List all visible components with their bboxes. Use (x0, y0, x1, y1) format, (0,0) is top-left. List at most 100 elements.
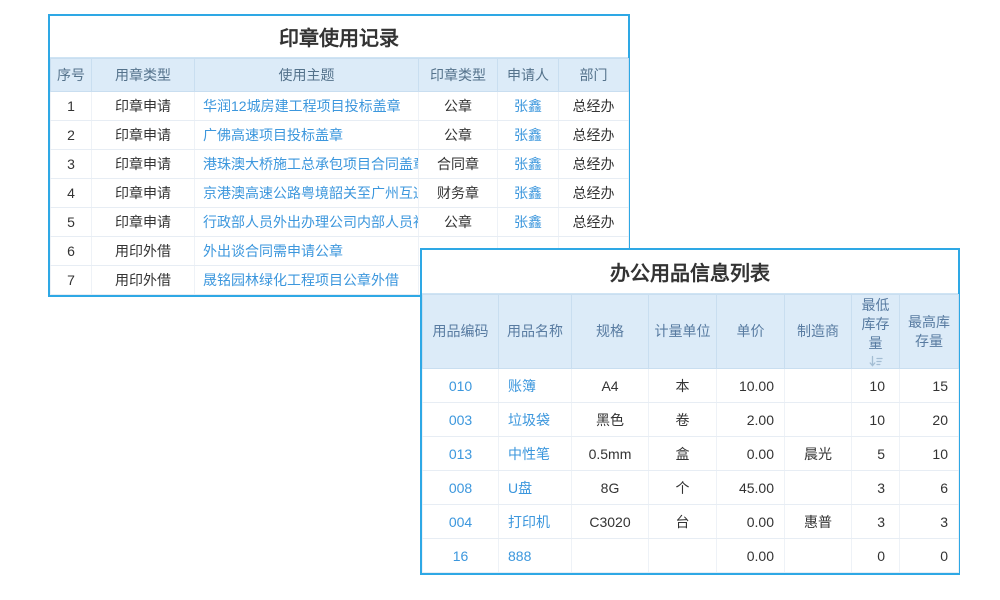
link-cell[interactable]: 港珠澳大桥施工总承包项目合同盖章 (195, 150, 419, 179)
table-row: 1印章申请华润12城房建工程项目投标盖章公章张鑫总经办 (51, 92, 629, 121)
table-cell: 5 (51, 208, 92, 237)
link-cell[interactable]: 华润12城房建工程项目投标盖章 (195, 92, 419, 121)
table-cell: 晨光 (785, 437, 852, 471)
table-cell: 惠普 (785, 505, 852, 539)
column-header-usage-type: 用章类型 (92, 59, 195, 92)
column-header-unit: 计量单位 (649, 295, 717, 369)
table-cell: 台 (649, 505, 717, 539)
table-cell: 公章 (419, 208, 498, 237)
table-cell: 印章申请 (92, 179, 195, 208)
table-cell (785, 471, 852, 505)
column-header-applicant: 申请人 (498, 59, 559, 92)
table-cell: 3 (852, 505, 900, 539)
seal-table-header: 序号 用章类型 使用主题 印章类型 申请人 部门 (51, 59, 629, 92)
supplies-table-header: 用品编码 用品名称 规格 计量单位 单价 制造商 最低库存量 (423, 295, 959, 369)
supplies-table-title: 办公用品信息列表 (422, 250, 958, 294)
table-cell: 3 (852, 471, 900, 505)
column-header-min-stock[interactable]: 最低库存量 (852, 295, 900, 369)
table-cell: 1 (51, 92, 92, 121)
table-cell: 7 (51, 266, 92, 295)
column-header-index: 序号 (51, 59, 92, 92)
link-cell[interactable]: 张鑫 (498, 179, 559, 208)
column-header-spec: 规格 (572, 295, 649, 369)
table-cell: 财务章 (419, 179, 498, 208)
table-cell: 黑色 (572, 403, 649, 437)
column-header-manufacturer: 制造商 (785, 295, 852, 369)
table-cell: 2.00 (717, 403, 785, 437)
table-cell: 2 (51, 121, 92, 150)
table-cell (785, 403, 852, 437)
table-row: 010账簿A4本10.00 1015 (423, 369, 959, 403)
link-cell[interactable]: 张鑫 (498, 121, 559, 150)
table-cell: 10 (852, 369, 900, 403)
column-header-subject: 使用主题 (195, 59, 419, 92)
table-row: 003垃圾袋黑色卷2.00 1020 (423, 403, 959, 437)
table-cell: 总经办 (559, 208, 629, 237)
table-cell (649, 539, 717, 573)
table-cell: 用印外借 (92, 237, 195, 266)
table-cell: 卷 (649, 403, 717, 437)
table-cell: 总经办 (559, 150, 629, 179)
table-cell: 0.5mm (572, 437, 649, 471)
office-supplies-table: 办公用品信息列表 用品编码 用品名称 规格 计量单位 单价 制造商 最低库存量 (420, 248, 960, 575)
link-cell[interactable]: 888 (499, 539, 572, 573)
table-cell: 15 (900, 369, 959, 403)
column-header-seal-type: 印章类型 (419, 59, 498, 92)
link-cell[interactable]: U盘 (499, 471, 572, 505)
table-cell: C3020 (572, 505, 649, 539)
link-cell[interactable]: 中性笔 (499, 437, 572, 471)
table-cell: A4 (572, 369, 649, 403)
table-cell: 用印外借 (92, 266, 195, 295)
table-cell: 3 (51, 150, 92, 179)
table-cell: 印章申请 (92, 208, 195, 237)
table-cell: 印章申请 (92, 121, 195, 150)
link-cell[interactable]: 004 (423, 505, 499, 539)
link-cell[interactable]: 013 (423, 437, 499, 471)
link-cell[interactable]: 张鑫 (498, 92, 559, 121)
link-cell[interactable]: 16 (423, 539, 499, 573)
table-row: 004打印机C3020台0.00惠普33 (423, 505, 959, 539)
table-row: 2印章申请广佛高速项目投标盖章公章张鑫总经办 (51, 121, 629, 150)
table-cell: 5 (852, 437, 900, 471)
link-cell[interactable]: 张鑫 (498, 208, 559, 237)
link-cell[interactable]: 008 (423, 471, 499, 505)
table-cell: 20 (900, 403, 959, 437)
link-cell[interactable]: 行政部人员外出办理公司内部人员社 (195, 208, 419, 237)
link-cell[interactable]: 垃圾袋 (499, 403, 572, 437)
link-cell[interactable]: 003 (423, 403, 499, 437)
table-cell: 本 (649, 369, 717, 403)
table-cell: 印章申请 (92, 150, 195, 179)
column-header-item-name: 用品名称 (499, 295, 572, 369)
supplies-table-body: 010账簿A4本10.001015003垃圾袋黑色卷2.001020013中性笔… (423, 369, 959, 573)
table-cell: 45.00 (717, 471, 785, 505)
table-cell: 10 (852, 403, 900, 437)
table-cell: 3 (900, 505, 959, 539)
table-cell: 10.00 (717, 369, 785, 403)
link-cell[interactable]: 晟铭园林绿化工程项目公章外借 (195, 266, 419, 295)
table-cell: 总经办 (559, 121, 629, 150)
link-cell[interactable]: 京港澳高速公路粤境韶关至广州互通 (195, 179, 419, 208)
link-cell[interactable]: 打印机 (499, 505, 572, 539)
table-cell: 总经办 (559, 92, 629, 121)
table-cell: 个 (649, 471, 717, 505)
link-cell[interactable]: 010 (423, 369, 499, 403)
sort-amount-icon[interactable] (869, 355, 883, 368)
link-cell[interactable]: 外出谈合同需申请公章 (195, 237, 419, 266)
column-header-department: 部门 (559, 59, 629, 92)
link-cell[interactable]: 广佛高速项目投标盖章 (195, 121, 419, 150)
table-cell: 盒 (649, 437, 717, 471)
table-cell: 6 (51, 237, 92, 266)
link-cell[interactable]: 张鑫 (498, 150, 559, 179)
table-cell: 6 (900, 471, 959, 505)
table-cell: 4 (51, 179, 92, 208)
table-cell: 合同章 (419, 150, 498, 179)
table-row: 013中性笔0.5mm盒0.00晨光510 (423, 437, 959, 471)
link-cell[interactable]: 账簿 (499, 369, 572, 403)
seal-table-title: 印章使用记录 (50, 16, 628, 58)
table-cell: 公章 (419, 92, 498, 121)
table-cell: 10 (900, 437, 959, 471)
table-row: 168880.0000 (423, 539, 959, 573)
column-header-unit-price: 单价 (717, 295, 785, 369)
table-cell: 0.00 (717, 437, 785, 471)
table-cell (785, 369, 852, 403)
